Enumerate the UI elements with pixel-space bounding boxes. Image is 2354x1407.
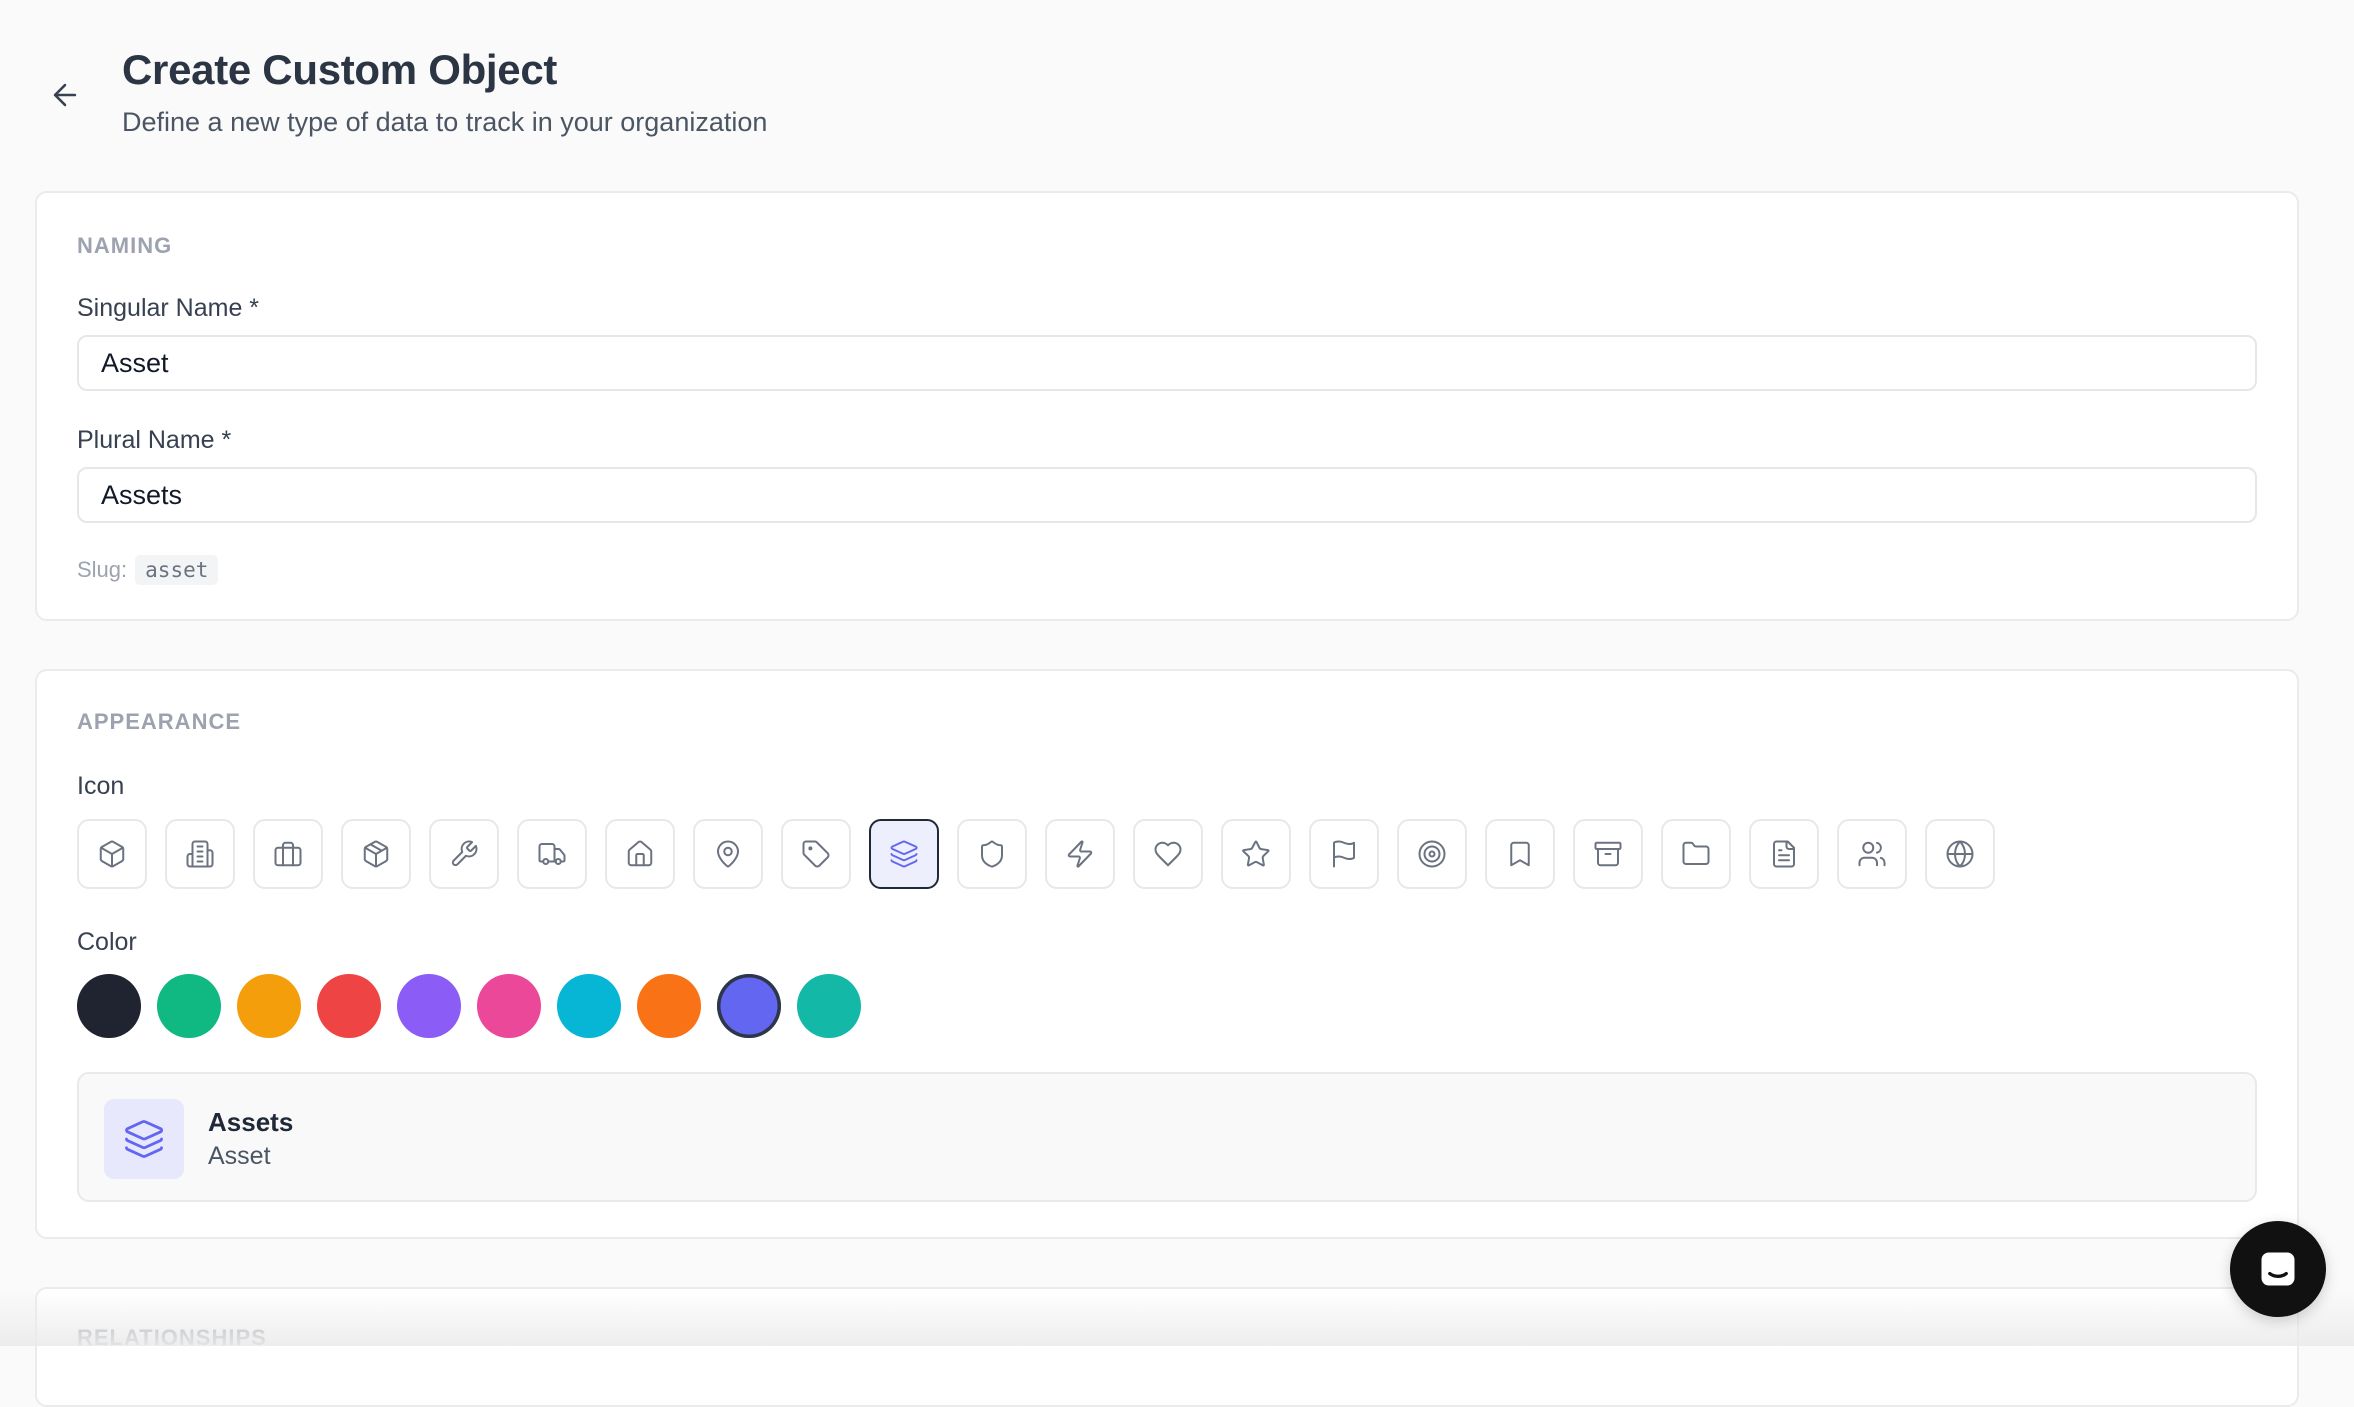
preview-plural-name: Assets (208, 1107, 294, 1137)
icon-option-wrench[interactable] (429, 819, 499, 889)
flag-icon (1333, 840, 1355, 868)
package-icon (363, 840, 389, 868)
archive-icon (1594, 841, 1622, 867)
relationships-card: RELATIONSHIPS (35, 1287, 2299, 1407)
appearance-card: APPEARANCE Icon Color Assets Asset (35, 669, 2299, 1239)
object-preview: Assets Asset (77, 1072, 2257, 1202)
color-swatch-6[interactable] (477, 974, 541, 1038)
icon-picker (77, 819, 2013, 889)
plural-name-label: Plural Name * (77, 426, 232, 454)
home-icon (627, 840, 653, 867)
bookmark-icon (1510, 841, 1530, 867)
slug-value: asset (135, 555, 219, 585)
truck-icon (538, 843, 566, 865)
chat-widget-button[interactable] (2230, 1221, 2326, 1317)
preview-singular-name: Asset (208, 1142, 271, 1170)
map-pin-icon (717, 840, 739, 868)
file-text-icon (1773, 840, 1795, 868)
singular-name-input[interactable] (77, 335, 2257, 391)
icon-option-file-text[interactable] (1749, 819, 1819, 889)
layers-icon (890, 840, 918, 868)
icon-option-globe[interactable] (1925, 819, 1995, 889)
cube-icon (99, 840, 125, 868)
plural-name-input[interactable] (77, 467, 2257, 523)
icon-option-archive[interactable] (1573, 819, 1643, 889)
icon-option-target[interactable] (1397, 819, 1467, 889)
appearance-section-label: APPEARANCE (77, 709, 242, 734)
page-header: Create Custom Object Define a new type o… (0, 0, 2354, 180)
icon-option-shield[interactable] (957, 819, 1027, 889)
icon-option-tag[interactable] (781, 819, 851, 889)
page-title: Create Custom Object (122, 46, 558, 93)
folder-icon (1682, 841, 1710, 865)
target-icon (1418, 840, 1446, 868)
color-swatch-1[interactable] (77, 974, 141, 1038)
shield-icon (981, 840, 1003, 868)
color-swatch-7[interactable] (557, 974, 621, 1038)
arrow-left-icon (53, 83, 77, 107)
icon-option-cube[interactable] (77, 819, 147, 889)
slug-label: Slug: (77, 557, 128, 582)
naming-card: NAMING Singular Name * Plural Name * Slu… (35, 191, 2299, 621)
naming-section-label: NAMING (77, 233, 173, 258)
slug-row: Slug: asset (77, 555, 219, 585)
briefcase-icon (274, 841, 302, 867)
zap-icon (1067, 840, 1093, 868)
icon-option-flag[interactable] (1309, 819, 1379, 889)
icon-option-building[interactable] (165, 819, 235, 889)
color-swatch-4[interactable] (317, 974, 381, 1038)
icon-option-folder[interactable] (1661, 819, 1731, 889)
building-icon (186, 840, 214, 868)
color-swatch-9[interactable] (717, 974, 781, 1038)
back-button[interactable] (40, 70, 90, 120)
layers-icon (125, 1120, 163, 1158)
preview-icon-tile (104, 1099, 184, 1179)
color-swatch-2[interactable] (157, 974, 221, 1038)
globe-icon (1946, 840, 1974, 868)
icon-label: Icon (77, 772, 125, 800)
users-icon (1858, 841, 1886, 867)
icon-option-heart[interactable] (1133, 819, 1203, 889)
tag-icon (802, 840, 830, 868)
color-swatch-8[interactable] (637, 974, 701, 1038)
color-picker (77, 974, 877, 1038)
icon-option-bookmark[interactable] (1485, 819, 1555, 889)
star-icon (1242, 840, 1270, 867)
color-swatch-3[interactable] (237, 974, 301, 1038)
color-label: Color (77, 928, 137, 956)
page-subtitle: Define a new type of data to track in yo… (122, 107, 768, 137)
icon-option-package[interactable] (341, 819, 411, 889)
wrench-icon (451, 840, 478, 867)
icon-option-zap[interactable] (1045, 819, 1115, 889)
icon-option-briefcase[interactable] (253, 819, 323, 889)
icon-option-map-pin[interactable] (693, 819, 763, 889)
icon-option-home[interactable] (605, 819, 675, 889)
singular-name-label: Singular Name * (77, 294, 260, 322)
icon-option-layers[interactable] (869, 819, 939, 889)
heart-icon (1154, 841, 1182, 867)
relationships-section-label: RELATIONSHIPS (77, 1325, 267, 1350)
icon-option-star[interactable] (1221, 819, 1291, 889)
color-swatch-5[interactable] (397, 974, 461, 1038)
icon-option-users[interactable] (1837, 819, 1907, 889)
chat-icon (2261, 1252, 2295, 1286)
icon-option-truck[interactable] (517, 819, 587, 889)
color-swatch-10[interactable] (797, 974, 861, 1038)
